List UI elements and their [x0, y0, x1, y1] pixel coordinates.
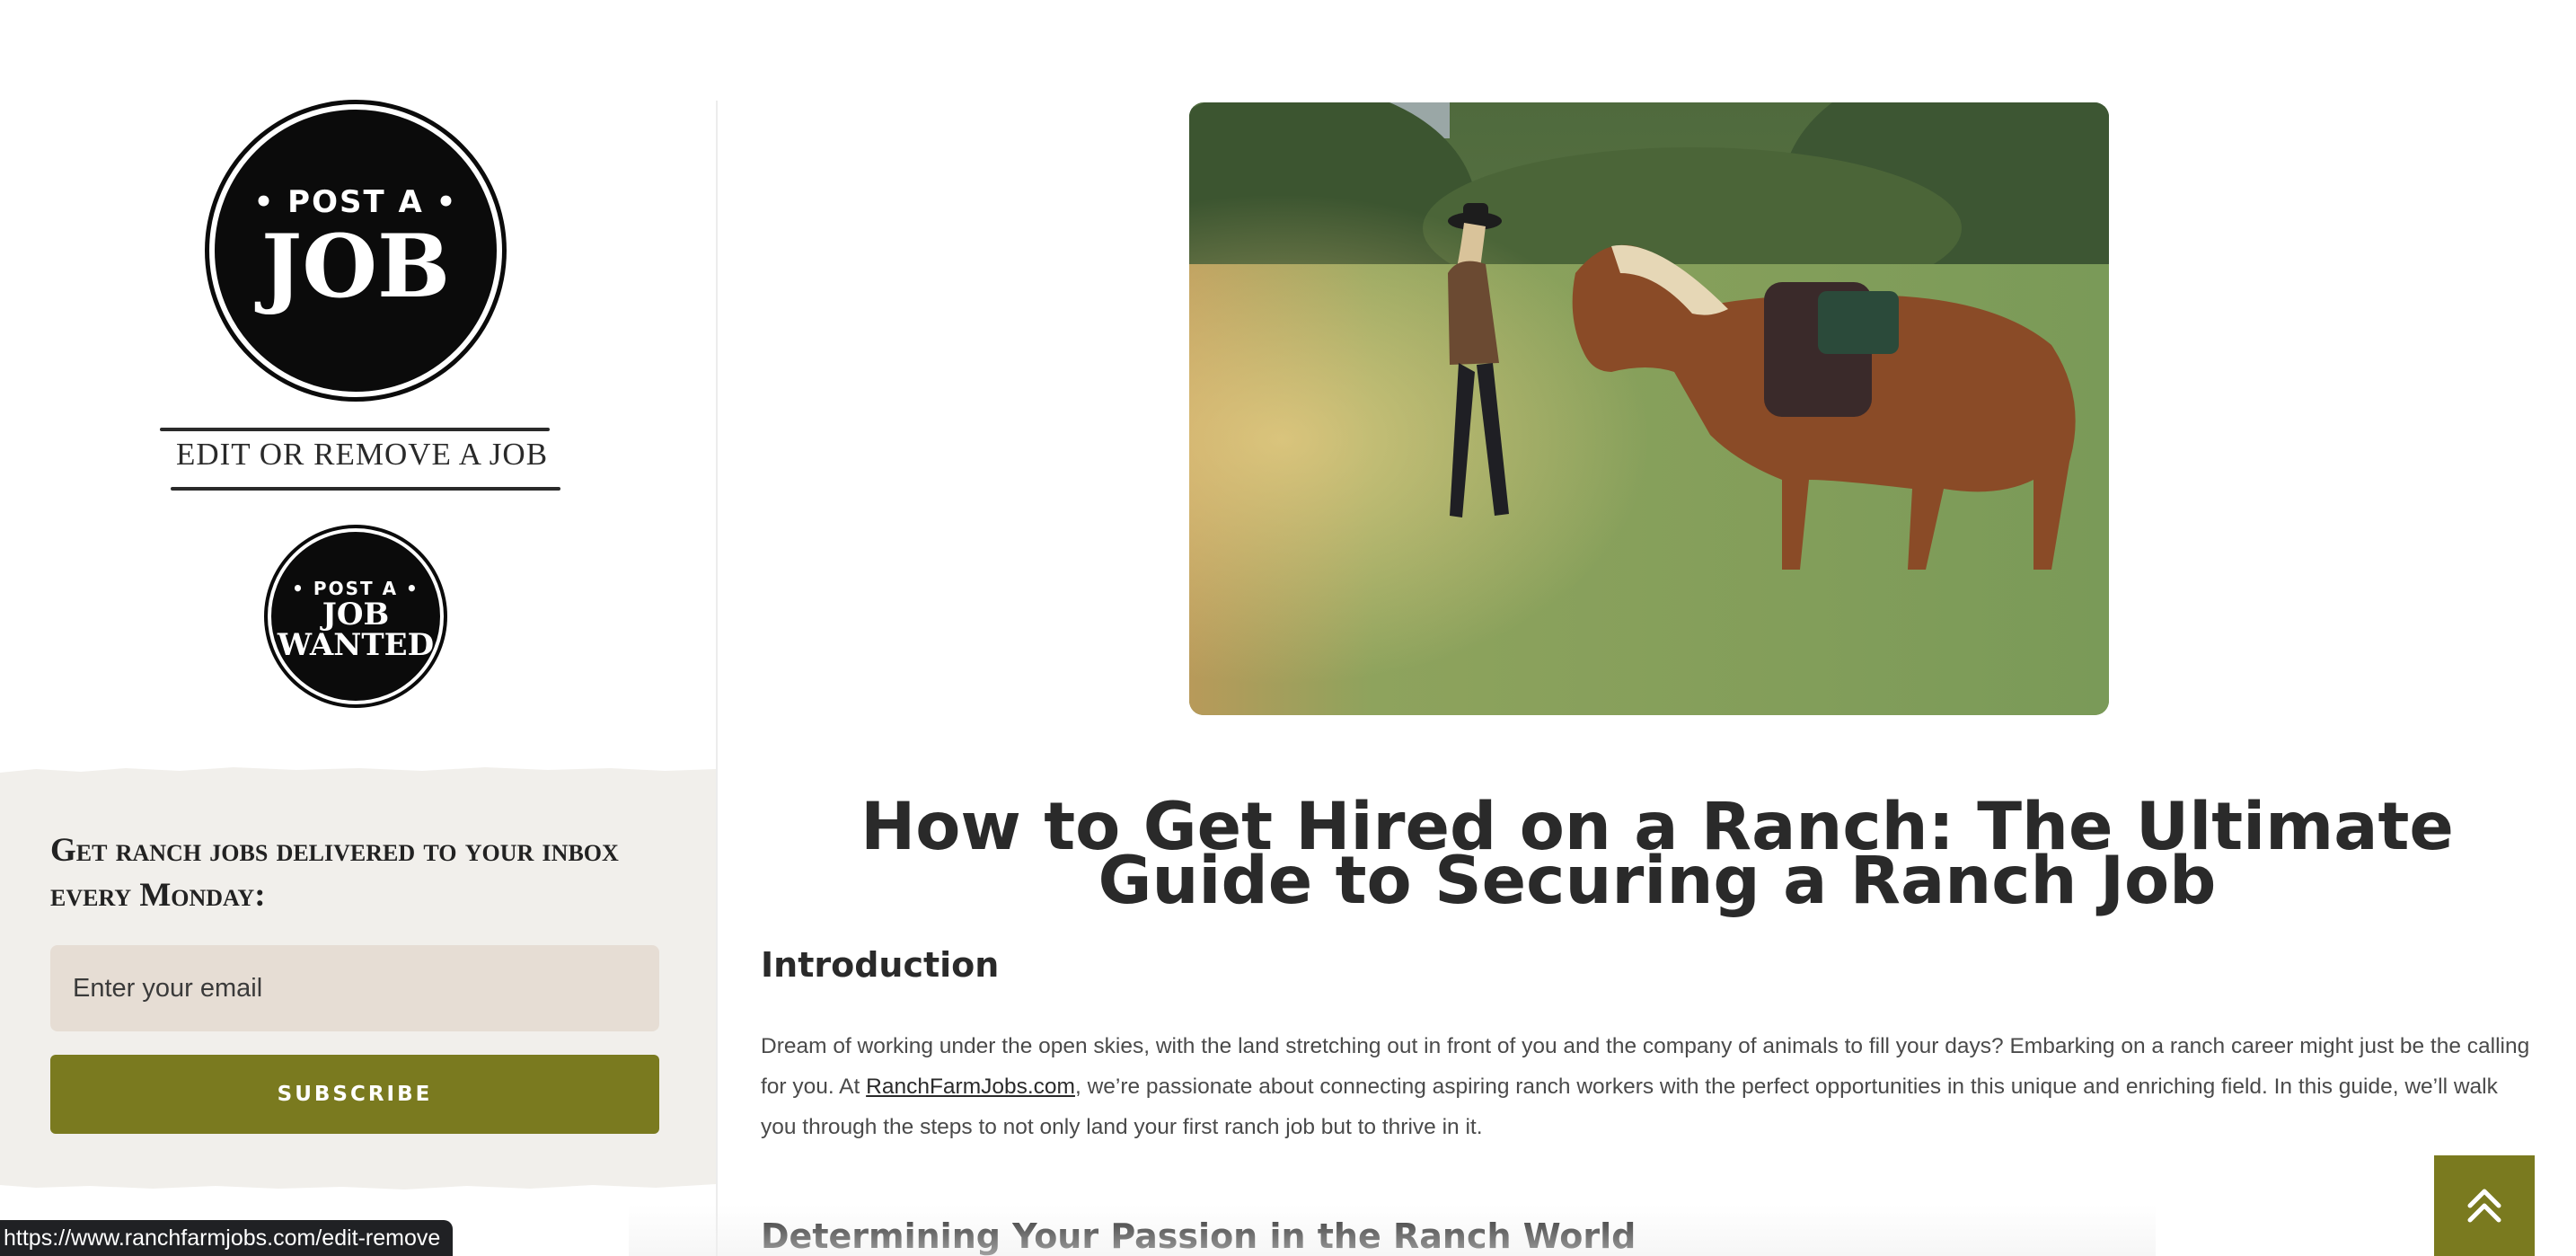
torn-paper-edge: [0, 1179, 716, 1190]
post-a-job-badge-line1: • POST A •: [253, 184, 458, 220]
browser-status-url: https://www.ranchfarmjobs.com/edit-remov…: [0, 1220, 454, 1256]
hero-image-woman-with-horse: [1189, 102, 2109, 715]
post-a-job-badge-line2: JOB: [260, 216, 451, 317]
sidebar: • POST A • JOB EDIT OR REMOVE A JOB • PO…: [0, 0, 716, 1256]
article-title: How to Get Hired on a Ranch: The Ultimat…: [860, 788, 2454, 919]
ranchfarmjobs-link[interactable]: RanchFarmJobs.com: [866, 1075, 1075, 1099]
intro-heading: Introduction: [761, 945, 1000, 985]
intro-paragraph: Dream of working under the open skies, w…: [761, 1026, 2530, 1147]
section-heading-passion: Determining Your Passion in the Ranch Wo…: [761, 1216, 1636, 1256]
post-a-job-wanted-badge-link[interactable]: • POST A • JOB WANTED: [268, 528, 444, 704]
newsletter-heading: Get ranch jobs delivered to your inbox e…: [50, 832, 619, 914]
post-a-job-badge-link[interactable]: • POST A • JOB: [209, 104, 502, 397]
email-input[interactable]: [50, 945, 659, 1031]
double-chevron-up-icon: [2467, 1189, 2501, 1223]
edit-remove-job-link[interactable]: EDIT OR REMOVE A JOB: [160, 437, 564, 473]
scroll-to-top-button[interactable]: [2434, 1155, 2535, 1256]
subscribe-button[interactable]: SUBSCRIBE: [50, 1055, 659, 1134]
newsletter-signup: Get ranch jobs delivered to your inbox e…: [0, 773, 716, 1184]
divider-rule: [171, 487, 560, 491]
job-wanted-badge-line2: JOB: [322, 597, 390, 632]
job-wanted-badge-line3: WANTED: [277, 627, 435, 663]
sidebar-divider: [716, 101, 718, 1256]
divider-rule: [160, 428, 550, 431]
edit-remove-job-block: EDIT OR REMOVE A JOB: [160, 420, 560, 492]
